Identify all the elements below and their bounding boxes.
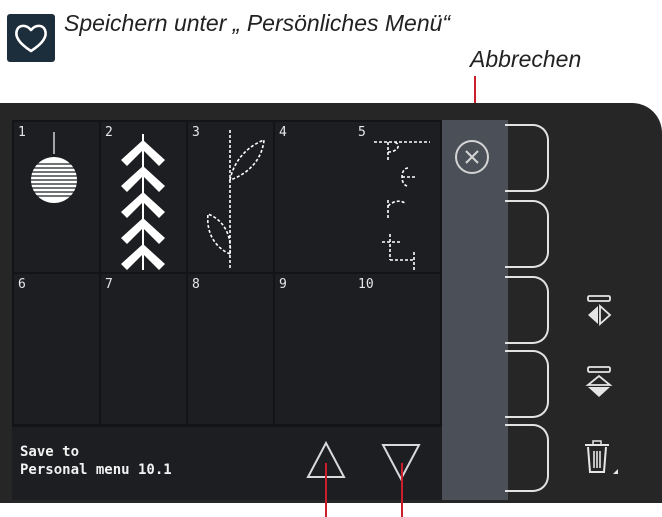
heart-icon [15,24,47,53]
side-key-2[interactable] [505,200,549,268]
close-circle-icon [465,150,479,164]
side-key-5[interactable] [505,424,549,492]
save-line-2: Personal menu 10.1 [20,462,172,478]
cell-number: 4 [279,125,287,140]
cell-number: 10 [358,277,374,292]
save-line-1: Save to [20,444,80,460]
menu-cell[interactable]: 7 [101,274,186,424]
cell-number: 8 [192,277,200,292]
trash-icon[interactable] [583,440,618,474]
menu-cell[interactable]: 8 [188,274,273,424]
menu-cell[interactable]: 10 [354,274,440,424]
cell-number: 6 [18,277,26,292]
cell-number: 9 [279,277,287,292]
menu-cell[interactable]: 2 [101,122,186,272]
cancel-button[interactable] [455,140,489,174]
menu-cell[interactable]: 6 [14,274,99,424]
menu-cell[interactable]: 1 [14,122,99,272]
menu-cell[interactable]: 3 [188,122,273,272]
cell-number: 7 [105,277,113,292]
mirror-end-to-end-icon[interactable] [585,366,613,398]
side-key-3[interactable] [505,276,549,344]
save-target-text: Save to Personal menu 10.1 [20,443,172,479]
menu-cell[interactable]: 9 [275,274,360,424]
menu-sidebar [442,120,508,500]
menu-cell[interactable]: 5 [354,122,440,272]
side-key-4[interactable] [505,350,549,418]
cancel-annotation: Abbrechen [470,46,582,72]
up-pointer-line [325,463,327,517]
sphere-stitch-icon [28,132,80,203]
personal-menu-grid: 1 2 3 4 5 6 7 8 9 10 [12,120,442,425]
heart-icon-box [7,14,55,62]
mirror-side-to-side-icon[interactable] [585,294,613,327]
leaf-stitch-icon [206,130,265,270]
save-title: Speichern unter „ Persönliches Menü“ [64,10,451,36]
menu-cell[interactable]: 4 [275,122,360,272]
side-key-1[interactable] [505,124,549,192]
text-stitch-icon [374,141,430,270]
down-pointer-line [401,463,403,517]
chevron-stitch-icon [121,134,165,270]
